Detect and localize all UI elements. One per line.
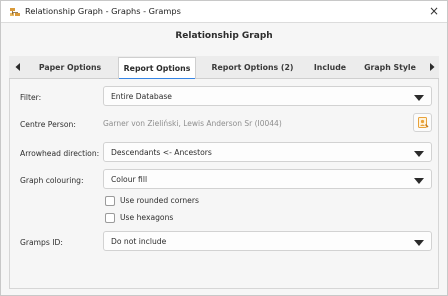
tab-paper-options[interactable]: Paper Options bbox=[27, 56, 113, 79]
centre-person-label: Centre Person: bbox=[20, 120, 76, 129]
edit-person-icon bbox=[418, 117, 429, 131]
close-button[interactable]: × bbox=[427, 4, 441, 18]
tab-bar: Paper Options Report Options Report Opti… bbox=[9, 56, 439, 80]
hexagons-checkbox[interactable] bbox=[105, 213, 115, 223]
filter-select[interactable]: Entire Database bbox=[103, 86, 432, 106]
gramps-app-icon bbox=[9, 6, 21, 18]
graph-colouring-label: Graph colouring: bbox=[20, 176, 84, 185]
tab-include[interactable]: Include bbox=[309, 56, 351, 79]
edit-person-button[interactable] bbox=[413, 113, 432, 132]
triangle-down-icon bbox=[414, 150, 424, 157]
gramps-id-value: Do not include bbox=[111, 237, 167, 246]
arrowhead-value: Descendants <- Ancestors bbox=[111, 148, 212, 157]
triangle-down-icon bbox=[414, 94, 424, 101]
dialog-title: Relationship Graph bbox=[175, 31, 273, 41]
centre-person-field: Garner von Zieliński, Lewis Anderson Sr … bbox=[103, 116, 403, 134]
rounded-corners-checkbox[interactable] bbox=[105, 196, 115, 206]
arrowhead-select[interactable]: Descendants <- Ancestors bbox=[103, 142, 432, 162]
chevron-right-icon[interactable] bbox=[427, 62, 437, 72]
chevron-left-icon[interactable] bbox=[13, 62, 23, 72]
arrowhead-label: Arrowhead direction: bbox=[20, 149, 100, 158]
title-bar: Relationship Graph - Graphs - Gramps × bbox=[1, 1, 447, 23]
gramps-id-label: Gramps ID: bbox=[20, 238, 63, 247]
dialog-window: Relationship Graph - Graphs - Gramps × R… bbox=[0, 0, 448, 296]
graph-colouring-select[interactable]: Colour fill bbox=[103, 169, 432, 189]
triangle-down-icon bbox=[414, 239, 424, 246]
report-options-panel: Filter: Entire Database Centre Person: G… bbox=[9, 79, 439, 289]
window-title: Relationship Graph - Graphs - Gramps bbox=[25, 6, 181, 16]
filter-label: Filter: bbox=[20, 93, 42, 102]
hexagons-label: Use hexagons bbox=[120, 213, 174, 222]
tab-report-options-2[interactable]: Report Options (2) bbox=[201, 56, 304, 79]
gramps-id-select[interactable]: Do not include bbox=[103, 231, 432, 251]
graph-colouring-value: Colour fill bbox=[111, 175, 148, 184]
triangle-down-icon bbox=[414, 177, 424, 184]
tab-report-options[interactable]: Report Options bbox=[118, 57, 196, 80]
centre-person-value: Garner von Zieliński, Lewis Anderson Sr … bbox=[103, 119, 282, 128]
tab-graph-style[interactable]: Graph Style bbox=[357, 56, 423, 79]
rounded-corners-label: Use rounded corners bbox=[120, 196, 199, 205]
filter-value: Entire Database bbox=[111, 92, 172, 101]
